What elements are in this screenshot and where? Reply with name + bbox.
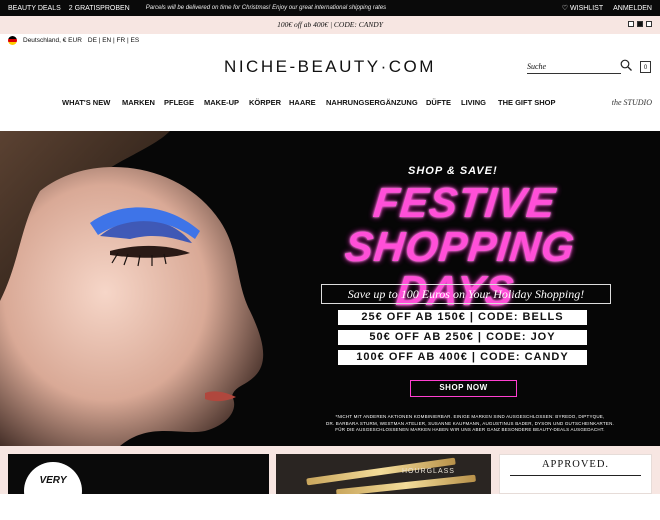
nav-haare[interactable]: HAARE: [289, 98, 316, 107]
promo-banner[interactable]: 100€ off ab 400€ | CODE: CANDY: [0, 16, 660, 34]
discount-code-3: 100€ OFF AB 400€ | CODE: CANDY: [338, 350, 587, 365]
site-header: Deutschland, € EUR DE | EN | FR | ES NIC…: [0, 34, 660, 122]
nav-duefte[interactable]: DÜFTE: [426, 98, 451, 107]
discount-code-1: 25€ OFF AB 150€ | CODE: BELLS: [338, 310, 587, 325]
divider: [510, 475, 641, 476]
nav-make-up[interactable]: MAKE-UP: [204, 98, 239, 107]
login-link[interactable]: ANMELDEN: [613, 5, 652, 12]
studio-link[interactable]: the STUDIO: [612, 98, 652, 107]
hero-subline: Save up to 100 Euros on Your Holiday Sho…: [321, 284, 611, 304]
hero-banner[interactable]: SHOP & SAVE! FESTIVE SHOPPING DAYS Save …: [0, 131, 660, 446]
search-input[interactable]: Suche: [527, 62, 621, 74]
wishlist-label: WISHLIST: [570, 5, 604, 12]
samples-link[interactable]: 2 GRATISPROBEN: [69, 5, 130, 12]
top-bar: BEAUTY DEALS 2 GRATISPROBEN Parcels will…: [0, 0, 660, 16]
discount-code-2: 50€ OFF AB 250€ | CODE: JOY: [338, 330, 587, 345]
locale-selector[interactable]: Deutschland, € EUR DE | EN | FR | ES: [8, 36, 139, 45]
hero-headline-line-1: FESTIVE: [371, 179, 559, 226]
promo-pager[interactable]: [628, 21, 652, 27]
language-links[interactable]: DE | EN | FR | ES: [88, 37, 139, 44]
very-badge: VERY: [24, 462, 82, 520]
hero-fineprint: *NICHT MIT ANDEREN AKTIONEN KOMBINIERBAR…: [300, 414, 640, 434]
nav-marken[interactable]: MARKEN: [122, 98, 155, 107]
teaser-tile-hourglass[interactable]: [276, 454, 491, 494]
wishlist-link[interactable]: ♡ WISHLIST: [562, 4, 603, 12]
pager-dot[interactable]: [646, 21, 652, 27]
hourglass-brand-label: HOURGLASS: [402, 468, 455, 475]
teaser-tile-approved[interactable]: APPROVED.: [499, 454, 652, 494]
nav-whats-new[interactable]: WHAT'S NEW: [62, 98, 110, 107]
search-icon[interactable]: [620, 59, 632, 71]
promo-text: 100€ off ab 400€ | CODE: CANDY: [277, 20, 383, 29]
fineprint-line: *NICHT MIT ANDEREN AKTIONEN KOMBINIERBAR…: [335, 414, 605, 419]
hero-kicker: SHOP & SAVE!: [408, 165, 498, 177]
approved-title: APPROVED.: [541, 459, 610, 470]
shop-now-button[interactable]: SHOP NOW: [410, 380, 517, 397]
nav-nahrungsergaenzung[interactable]: NAHRUNGSERGÄNZUNG: [326, 98, 418, 107]
nav-pflege[interactable]: PFLEGE: [164, 98, 194, 107]
beauty-deals-link[interactable]: BEAUTY DEALS: [8, 5, 61, 12]
heart-icon: ♡: [561, 5, 569, 12]
germany-flag-icon: [8, 36, 17, 45]
nav-koerper[interactable]: KÖRPER: [249, 98, 281, 107]
pager-dot[interactable]: [628, 21, 634, 27]
nav-living[interactable]: LIVING: [461, 98, 486, 107]
cart-count: 0: [643, 65, 648, 71]
shipping-message: Parcels will be delivered on time for Ch…: [145, 5, 387, 11]
model-portrait-image: [0, 131, 300, 446]
nav-gift-shop[interactable]: THE GIFT SHOP: [498, 98, 556, 107]
country-currency[interactable]: Deutschland, € EUR: [23, 37, 82, 44]
fineprint-line: FÜR DIE AUSGESCHLOSSENEN MARKEN HABEN WI…: [335, 427, 605, 432]
main-nav: WHAT'S NEW MARKEN PFLEGE MAKE-UP KÖRPER …: [0, 98, 660, 112]
pager-dot-active[interactable]: [637, 21, 643, 27]
shopping-bag-icon[interactable]: 0: [640, 61, 651, 73]
